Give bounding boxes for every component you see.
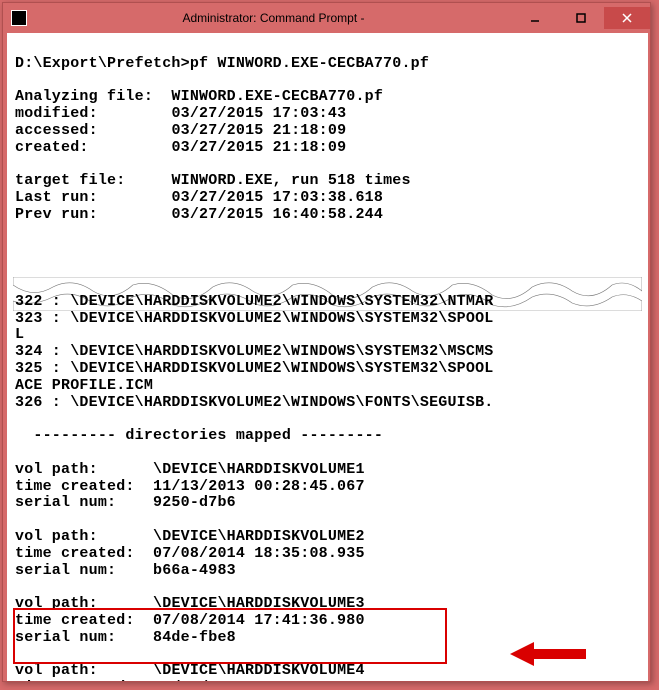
file-entry: 324 : \DEVICE\HARDDISKVOLUME2\WINDOWS\SY… (15, 343, 494, 360)
torn-paper-divider (13, 243, 642, 277)
file-entry: 322 : \DEVICE\HARDDISKVOLUME2\WINDOWS\SY… (15, 293, 494, 310)
target-line: target file: WINWORD.EXE, run 518 times (15, 172, 411, 189)
file-entry: 326 : \DEVICE\HARDDISKVOLUME2\WINDOWS\FO… (15, 394, 494, 411)
volume-block-highlighted: vol path: \DEVICE\HARDDISKVOLUME3 time c… (15, 595, 365, 646)
output-bottom: 322 : \DEVICE\HARDDISKVOLUME2\WINDOWS\SY… (15, 277, 640, 681)
prompt-line: D:\Export\Prefetch>pf WINWORD.EXE-CECBA7… (15, 55, 429, 72)
file-entry: 323 : \DEVICE\HARDDISKVOLUME2\WINDOWS\SY… (15, 310, 494, 327)
output-top: D:\Export\Prefetch>pf WINWORD.EXE-CECBA7… (15, 39, 640, 241)
volume-block: vol path: \DEVICE\HARDDISKVOLUME1 time c… (15, 461, 365, 512)
terminal-output[interactable]: D:\Export\Prefetch>pf WINWORD.EXE-CECBA7… (7, 33, 648, 681)
window-controls (512, 7, 650, 29)
prev-run-line: Prev run: 03/27/2015 16:40:58.244 (15, 206, 383, 223)
modified-line: modified: 03/27/2015 17:03:43 (15, 105, 346, 122)
last-run-line: Last run: 03/27/2015 17:03:38.618 (15, 189, 383, 206)
command-prompt-window: Administrator: Command Prompt - D:\Expor… (2, 2, 651, 682)
file-entry: 325 : \DEVICE\HARDDISKVOLUME2\WINDOWS\SY… (15, 360, 493, 377)
analyzing-line: Analyzing file: WINWORD.EXE-CECBA770.pf (15, 88, 383, 105)
accessed-line: accessed: 03/27/2015 21:18:09 (15, 122, 346, 139)
maximize-button[interactable] (558, 7, 604, 29)
titlebar[interactable]: Administrator: Command Prompt - (3, 3, 650, 33)
close-button[interactable] (604, 7, 650, 29)
created-line: created: 03/27/2015 21:18:09 (15, 139, 346, 156)
window-title: Administrator: Command Prompt - (35, 11, 512, 25)
minimize-button[interactable] (512, 7, 558, 29)
section-divider: --------- directories mapped --------- (15, 427, 383, 444)
volume-block: vol path: \DEVICE\HARDDISKVOLUME4 time c… (15, 662, 365, 681)
volume-block: vol path: \DEVICE\HARDDISKVOLUME2 time c… (15, 528, 365, 579)
cmd-icon (11, 10, 27, 26)
